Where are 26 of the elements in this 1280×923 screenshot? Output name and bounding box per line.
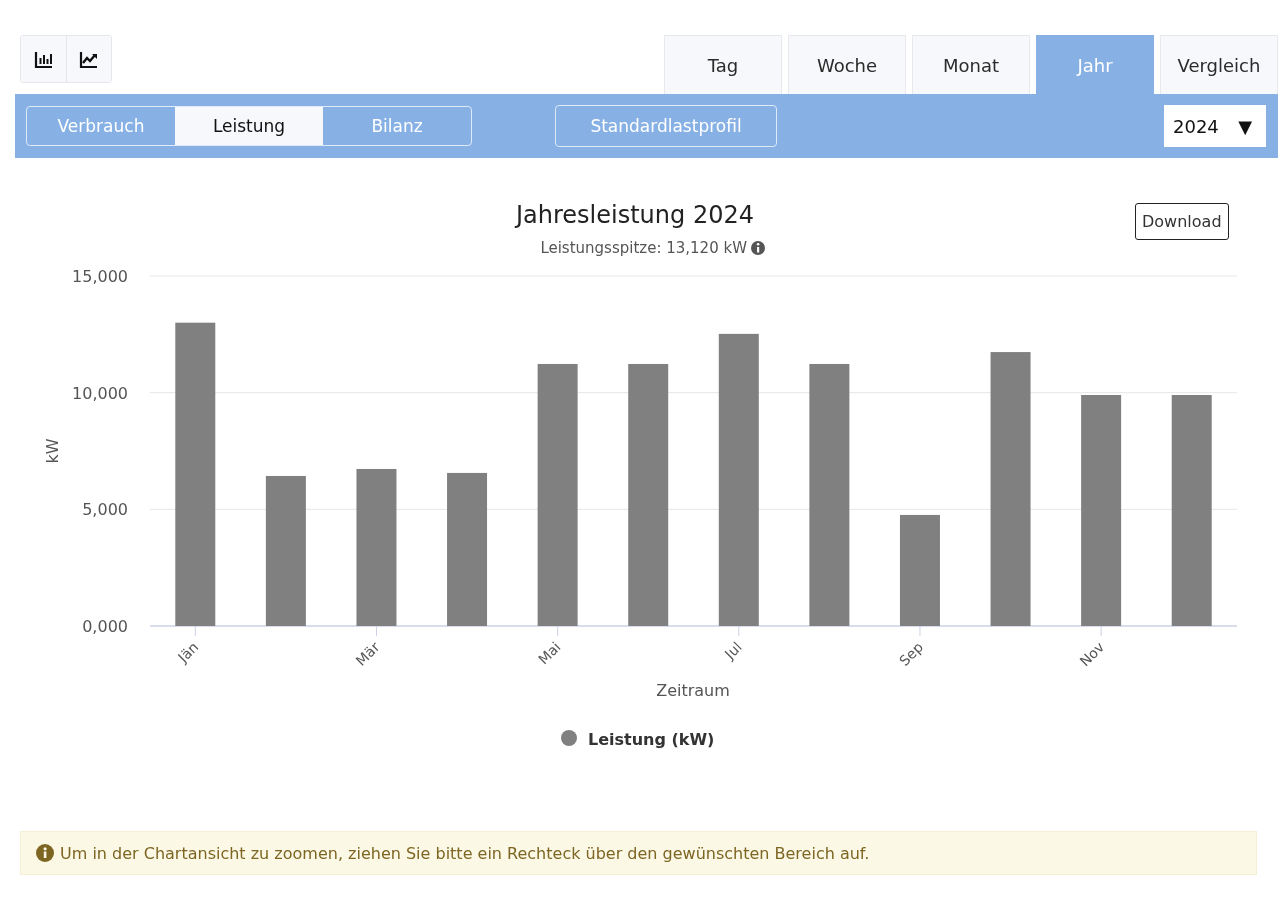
y-axis-label: 15,000 [72, 267, 128, 286]
period-tab[interactable]: Vergleich [1160, 35, 1278, 94]
x-axis-title: Zeitraum [656, 681, 730, 700]
y-axis-label: 5,000 [82, 500, 128, 520]
y-axis-title: kW [43, 438, 62, 464]
chart-title: Jahresleistung 2024 [516, 201, 754, 229]
period-tab[interactable]: Monat [912, 35, 1030, 94]
x-axis-label: Nov [1076, 638, 1108, 670]
notice-text: Um in der Chartansicht zu zoomen, ziehen Sie bitte ein Rechteck über den gewünschten Bereich auf. [60, 843, 870, 863]
x-axis-label: Jän [174, 638, 202, 666]
info-icon [751, 241, 765, 255]
view-segment[interactable]: Leistung [175, 107, 323, 145]
download-button[interactable]: Download [1135, 203, 1229, 240]
y-axis-label: 0,000 [82, 617, 128, 636]
period-tab[interactable]: Woche [788, 35, 906, 94]
peak-note: Leistungsspitze: 13,120 kW [540, 239, 747, 257]
x-axis-label: Jul [721, 638, 745, 663]
bar-chart-button[interactable] [21, 36, 66, 82]
year-select[interactable]: 2024 ▼ [1164, 105, 1266, 147]
legend-label[interactable]: Leistung (kW) [588, 730, 715, 749]
info-icon [36, 844, 54, 862]
x-axis-label: Mai [535, 638, 564, 668]
line-chart-button[interactable] [66, 36, 111, 82]
period-tab[interactable]: Tag [664, 35, 782, 94]
x-axis-label: Sep [896, 638, 927, 669]
y-axis-label: 10,000 [72, 383, 128, 403]
